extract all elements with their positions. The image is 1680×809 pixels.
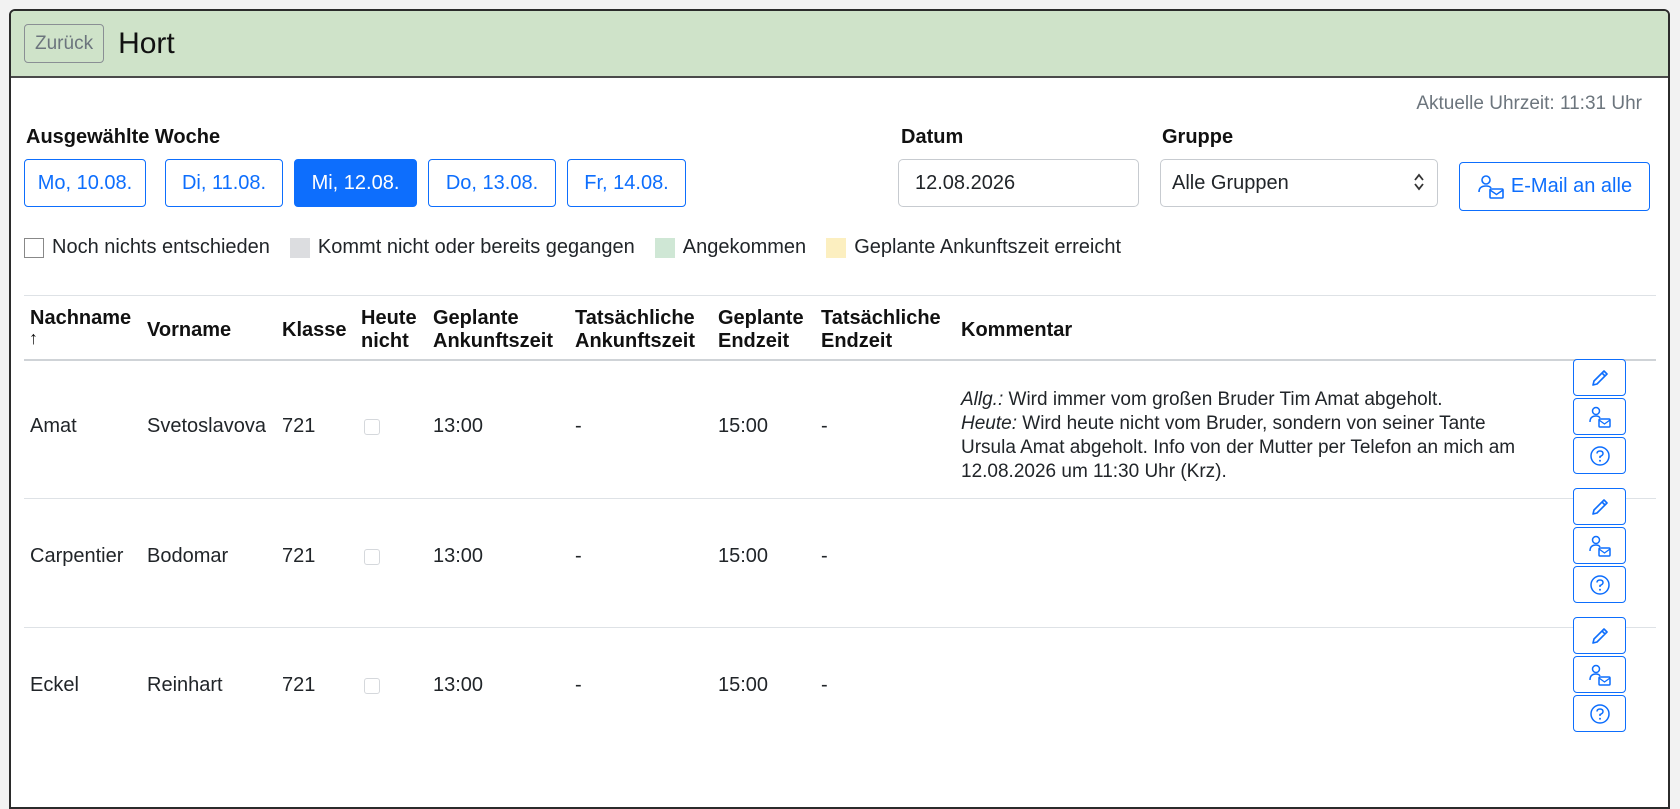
pencil-icon: [1591, 369, 1608, 386]
cell-geplante-ende: 15:00: [718, 415, 769, 437]
heute-nicht-checkbox[interactable]: [364, 419, 380, 435]
legend-swatch: [654, 237, 675, 258]
header-divider: [24, 359, 1656, 361]
sort-arrow-icon: ↑: [29, 328, 38, 348]
cell-tatsaechliche-ende: -: [821, 415, 828, 437]
legend-label: Angekommen: [682, 236, 807, 258]
legend-item-time-reached: Geplante Ankunftszeit erreicht: [826, 236, 1121, 259]
help-button[interactable]: [1573, 566, 1626, 603]
day-button-fri[interactable]: Fr, 14.08.: [567, 159, 686, 207]
cell-nachname: Amat: [30, 415, 77, 437]
row-divider: [24, 498, 1656, 499]
comment-allg-label: Allg.:: [961, 389, 1004, 410]
column-header-geplante-ende: Geplante Endzeit: [718, 307, 804, 352]
email-button[interactable]: [1573, 656, 1626, 693]
title-bar: Zurück Hort: [11, 11, 1668, 78]
back-button[interactable]: Zurück: [24, 24, 105, 63]
person-mail-icon: [1588, 535, 1611, 557]
cell-geplante-ankunft: 13:00: [433, 545, 484, 567]
legend-swatch: [826, 237, 847, 258]
question-circle-icon: [1589, 574, 1610, 595]
day-button-tue[interactable]: Di, 11.08.: [165, 159, 283, 207]
column-header-geplante-ankunft: Geplante Ankunftszeit: [433, 307, 553, 352]
help-button[interactable]: [1573, 437, 1626, 474]
cell-geplante-ankunft: 13:00: [433, 415, 484, 437]
column-header-heute-nicht: Heute nicht: [361, 307, 417, 352]
email-all-label: E-Mail an alle: [1510, 175, 1633, 197]
column-header-kommentar: Kommentar: [961, 319, 1073, 341]
edit-button[interactable]: [1573, 488, 1626, 525]
cell-klasse: 721: [282, 415, 316, 437]
heute-nicht-checkbox[interactable]: [364, 549, 380, 565]
legend-item-absent: Kommt nicht oder bereits gegangen: [289, 236, 635, 259]
group-select[interactable]: Alle Gruppen: [1160, 159, 1438, 207]
legend-label: Geplante Ankunftszeit erreicht: [854, 236, 1122, 258]
cell-tatsaechliche-ende: -: [821, 674, 828, 696]
day-button-mon[interactable]: Mo, 10.08.: [24, 159, 146, 207]
date-input[interactable]: 12.08.2026: [898, 159, 1139, 207]
comment-heute-label: Heute:: [961, 413, 1017, 434]
legend-swatch: [24, 237, 44, 258]
question-circle-icon: [1589, 445, 1610, 466]
cell-geplante-ankunft: 13:00: [433, 674, 484, 696]
date-value: 12.08.2026: [915, 171, 1016, 194]
email-button[interactable]: [1573, 398, 1626, 435]
cell-vorname: Bodomar: [147, 545, 229, 567]
comment-heute-text: Wird heute nicht vom Bruder, sondern von…: [961, 413, 1516, 482]
heute-nicht-checkbox[interactable]: [364, 678, 380, 694]
pencil-icon: [1591, 498, 1608, 515]
edit-button[interactable]: [1573, 617, 1626, 654]
email-all-button[interactable]: E-Mail an alle: [1459, 162, 1650, 211]
cell-geplante-ende: 15:00: [718, 674, 769, 696]
cell-vorname: Reinhart: [147, 674, 223, 696]
legend: Noch nichts entschieden Kommt nicht oder…: [24, 236, 1141, 259]
cell-kommentar: Allg.: Wird immer vom großen Bruder Tim …: [961, 388, 1521, 484]
week-label: Ausgewählte Woche: [26, 126, 221, 148]
cell-nachname: Eckel: [30, 674, 79, 696]
pencil-icon: [1591, 627, 1608, 644]
help-button[interactable]: [1573, 695, 1626, 732]
cell-klasse: 721: [282, 545, 316, 567]
current-time: Aktuelle Uhrzeit: 11:31 Uhr: [1416, 93, 1642, 114]
edit-button[interactable]: [1573, 359, 1626, 396]
cell-vorname: Svetoslavova: [147, 415, 266, 437]
date-label: Datum: [901, 126, 964, 148]
cell-tatsaechliche-ankunft: -: [575, 545, 582, 567]
person-mail-icon: [1588, 406, 1611, 428]
cell-tatsaechliche-ankunft: -: [575, 415, 582, 437]
person-mail-icon: [1478, 174, 1504, 199]
legend-item-undecided: Noch nichts entschieden: [24, 236, 270, 259]
app-window: Zurück Hort Aktuelle Uhrzeit: 11:31 Uhr …: [9, 9, 1670, 809]
divider: [24, 295, 1656, 296]
comment-allg-text: Wird immer vom großen Bruder Tim Amat ab…: [1003, 389, 1443, 410]
select-chevron-icon: [1414, 173, 1424, 191]
cell-geplante-ende: 15:00: [718, 545, 769, 567]
cell-klasse: 721: [282, 674, 316, 696]
column-header-nachname[interactable]: Nachname ↑: [29, 307, 131, 348]
question-circle-icon: [1589, 703, 1610, 724]
column-header-tatsaechliche-ende: Tatsächliche Endzeit: [821, 307, 941, 352]
page-title: Hort: [118, 26, 175, 60]
group-value: Alle Gruppen: [1172, 171, 1289, 194]
group-label: Gruppe: [1162, 126, 1234, 148]
day-button-thu[interactable]: Do, 13.08.: [428, 159, 556, 207]
legend-label: Kommt nicht oder bereits gegangen: [317, 236, 635, 258]
cell-nachname: Carpentier: [30, 545, 124, 567]
row-divider: [24, 627, 1656, 628]
legend-item-arrived: Angekommen: [654, 236, 807, 259]
day-button-wed[interactable]: Mi, 12.08.: [294, 159, 417, 207]
column-header-vorname: Vorname: [147, 319, 232, 341]
person-mail-icon: [1588, 664, 1611, 686]
legend-label: Noch nichts entschieden: [52, 236, 270, 258]
cell-tatsaechliche-ankunft: -: [575, 674, 582, 696]
legend-swatch: [289, 237, 310, 258]
column-header-tatsaechliche-ankunft: Tatsächliche Ankunftszeit: [575, 307, 695, 352]
cell-tatsaechliche-ende: -: [821, 545, 828, 567]
column-header-klasse: Klasse: [282, 319, 347, 341]
email-button[interactable]: [1573, 527, 1626, 564]
